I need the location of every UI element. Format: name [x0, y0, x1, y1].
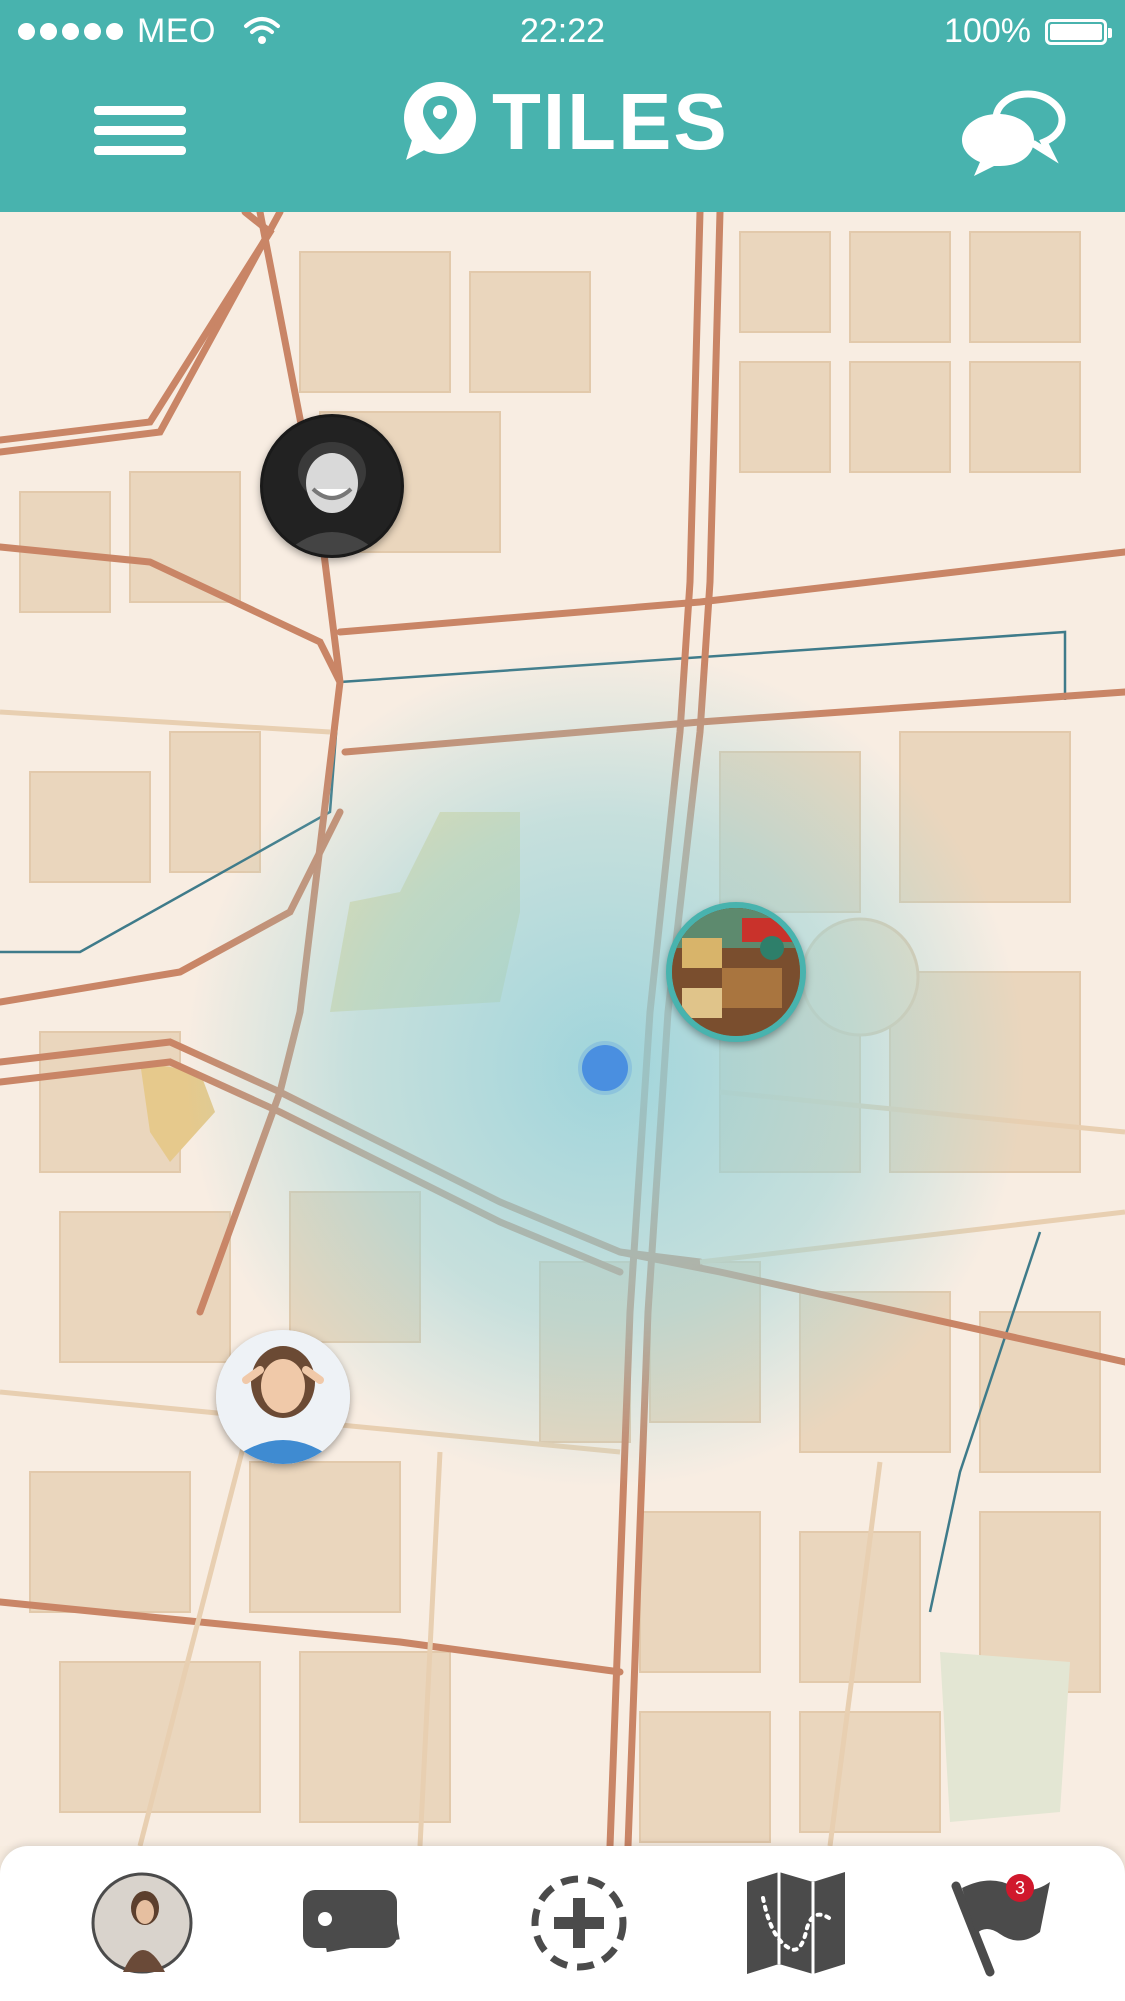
- app-header: TILES: [0, 64, 1125, 212]
- location-pin-bubble-icon: [404, 82, 476, 160]
- place-pin-circus[interactable]: [666, 902, 806, 1042]
- bottom-nav: 3: [0, 1846, 1125, 2001]
- battery-icon: [1045, 18, 1112, 45]
- nav-profile[interactable]: [87, 1868, 197, 1978]
- chat-bubbles-icon[interactable]: [958, 88, 1066, 178]
- app-brand: TILES: [402, 82, 729, 162]
- circus-photo: [672, 908, 800, 1036]
- map-view[interactable]: [0, 212, 1125, 1846]
- app-title: TILES: [492, 77, 729, 166]
- battery-percent: 100%: [944, 12, 1031, 50]
- user-pin-woman[interactable]: [216, 1330, 350, 1464]
- nav-map[interactable]: [741, 1868, 851, 1978]
- nav-notifications[interactable]: 3: [950, 1868, 1060, 1978]
- map-canvas[interactable]: [0, 212, 1125, 1846]
- add-tile-icon: [531, 1875, 627, 1971]
- notification-badge: 3: [1006, 1874, 1034, 1902]
- status-right: 100%: [944, 12, 1112, 51]
- menu-button[interactable]: [90, 90, 190, 170]
- flag-notifications-icon: [951, 1880, 1050, 1977]
- status-bar: MEO 22:22 100%: [0, 0, 1125, 64]
- tiles-cards-icon: [303, 1890, 400, 1953]
- profile-avatar: [91, 1872, 193, 1974]
- map-route-icon: [747, 1872, 845, 1974]
- user-pin-man[interactable]: [260, 414, 404, 558]
- avatar-woman: [216, 1330, 350, 1464]
- avatar-man: [263, 417, 401, 555]
- nav-add-tile[interactable]: [524, 1868, 634, 1978]
- nav-tiles[interactable]: [297, 1868, 407, 1978]
- current-location-dot: [582, 1045, 628, 1091]
